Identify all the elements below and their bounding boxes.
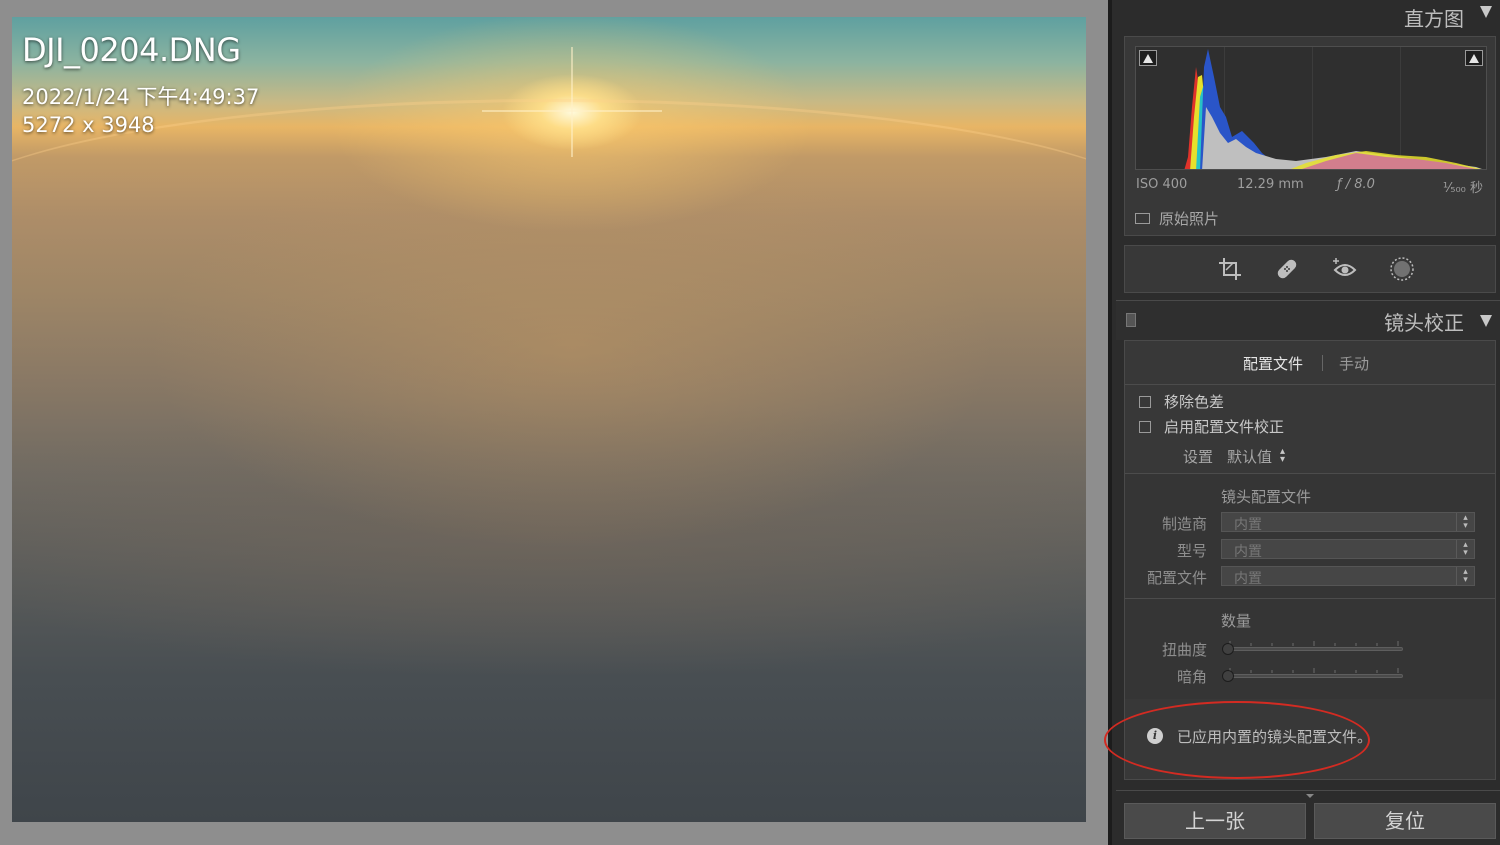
photo-dimensions: 5272 x 3948 (22, 113, 155, 137)
lens-profile-heading: 镜头配置文件 (1221, 488, 1312, 506)
tab-separator (1322, 355, 1323, 371)
lens-correction-panel: 配置文件 手动 移除色差 启用配置文件校正 设置 默认值 ▴ ▾ 镜头配置文件 制造… (1124, 340, 1496, 780)
updown-arrows-icon: ▴ ▾ (1280, 446, 1286, 465)
distortion-slider-track[interactable] (1225, 647, 1403, 651)
updown-arrows-icon: ▴ ▾ (1456, 513, 1474, 531)
photo-datetime: 2022/1/24 下午4:49:37 (22, 85, 260, 109)
enable-profile-label: 启用配置文件校正 (1164, 418, 1285, 436)
enable-profile-correction-option[interactable]: 启用配置文件校正 (1139, 416, 1284, 437)
remove-ca-label: 移除色差 (1164, 393, 1225, 411)
setup-label: 设置 (1183, 448, 1214, 466)
healing-icon[interactable] (1274, 256, 1300, 282)
make-value: 内置 (1234, 517, 1262, 533)
distortion-label: 扭曲度 (1161, 641, 1207, 659)
profile-label: 配置文件 (1146, 569, 1207, 587)
develop-right-panel: 直方图 ISO 400 12.29 mm ƒ / 8.0 ¹⁄₅₀₀ 秒 原始照… (1108, 0, 1500, 845)
redeye-icon[interactable] (1332, 256, 1358, 282)
original-photo-checkbox[interactable] (1135, 212, 1150, 224)
original-photo-label: 原始照片 (1159, 209, 1220, 228)
model-value: 内置 (1234, 544, 1262, 560)
setup-value: 默认值 (1227, 448, 1273, 466)
setup-select[interactable]: 默认值 ▴ ▾ (1227, 446, 1285, 467)
tab-profile[interactable]: 配置文件 (1243, 353, 1303, 374)
exif-focal-length: 12.29 mm (1237, 177, 1304, 192)
enable-profile-checkbox[interactable] (1139, 420, 1151, 433)
exif-shutter-speed: ¹⁄₅₀₀ 秒 (1442, 181, 1483, 196)
make-dropdown[interactable]: 内置 ▴ ▾ (1221, 512, 1475, 533)
profile-dropdown[interactable]: 内置 ▴ ▾ (1221, 566, 1475, 587)
updown-arrows-icon: ▴ ▾ (1456, 567, 1474, 585)
original-photo-toggle[interactable]: 原始照片 (1135, 209, 1220, 228)
histogram-header[interactable]: 直方图 (1116, 0, 1500, 34)
previous-button[interactable]: 上一张 (1124, 803, 1306, 839)
panel-switch-icon[interactable] (1126, 313, 1136, 327)
make-label: 制造商 (1161, 515, 1207, 533)
photo-filename: DJI_0204.DNG (22, 31, 241, 69)
collapse-arrow-icon[interactable] (1480, 6, 1492, 18)
bottom-button-bar: 上一张 复位 (1116, 790, 1500, 845)
reset-button[interactable]: 复位 (1314, 803, 1496, 839)
horizon-glow (12, 99, 1086, 219)
info-message-text: 已应用内置的镜头配置文件。 (1177, 728, 1373, 746)
remove-chromatic-aberration-option[interactable]: 移除色差 (1139, 391, 1224, 412)
updown-arrows-icon: ▴ ▾ (1456, 540, 1474, 558)
histogram-graph[interactable] (1135, 46, 1487, 170)
mask-icon[interactable] (1389, 256, 1415, 282)
lens-correction-title: 镜头校正 (1384, 311, 1464, 335)
collapse-arrow-icon[interactable] (1480, 315, 1492, 327)
lens-tabs: 配置文件 手动 (1125, 341, 1495, 385)
model-dropdown[interactable]: 内置 ▴ ▾ (1221, 539, 1475, 560)
amount-section: 数量 扭曲度 暗角 (1125, 599, 1495, 699)
profile-value: 内置 (1234, 571, 1262, 587)
photo-viewer: DJI_0204.DNG 2022/1/24 下午4:49:37 5272 x … (0, 0, 1108, 845)
lens-correction-header[interactable]: 镜头校正 (1116, 300, 1500, 340)
photo-image[interactable] (12, 17, 1086, 822)
lens-profile-section: 镜头配置文件 制造商 内置 ▴ ▾ 型号 内置 ▴ ▾ 配置文件 内置 ▴ ▾ (1125, 474, 1495, 598)
model-label: 型号 (1176, 542, 1207, 560)
exif-iso: ISO 400 (1136, 177, 1188, 192)
tab-manual[interactable]: 手动 (1339, 353, 1369, 374)
sun-flare-vertical (571, 47, 573, 157)
shadow-clipping-icon[interactable] (1139, 50, 1157, 66)
info-icon: i (1147, 728, 1163, 744)
amount-heading: 数量 (1221, 612, 1252, 630)
histogram-curves (1184, 49, 1482, 169)
exif-aperture: ƒ / 8.0 (1337, 177, 1375, 192)
crop-icon[interactable] (1217, 256, 1243, 282)
highlight-clipping-icon[interactable] (1465, 50, 1483, 66)
remove-ca-checkbox[interactable] (1139, 395, 1151, 408)
vignetting-label: 暗角 (1176, 668, 1207, 686)
setup-row: 设置 默认值 ▴ ▾ (1183, 446, 1285, 467)
histogram-title: 直方图 (1404, 7, 1464, 31)
panel-end-marker-icon (1306, 794, 1314, 798)
vignetting-slider-track[interactable] (1225, 674, 1403, 678)
tool-strip (1124, 245, 1496, 293)
histogram-panel: ISO 400 12.29 mm ƒ / 8.0 ¹⁄₅₀₀ 秒 原始照片 (1124, 36, 1496, 236)
